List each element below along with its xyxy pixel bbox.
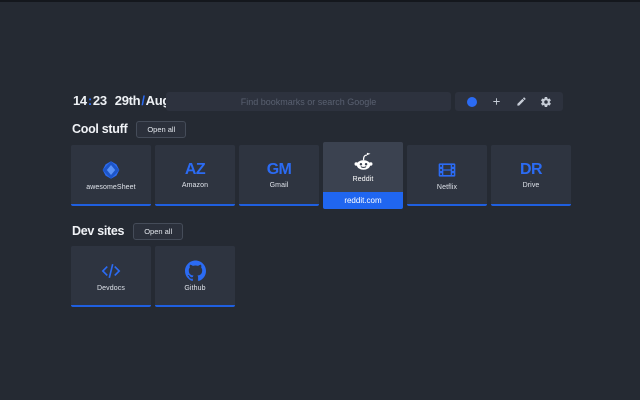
github-logo-icon [185,260,206,282]
bookmark-card-gmail[interactable]: GM Gmail [239,145,319,206]
bookmark-row-dev-sites: Devdocs Github [71,246,235,307]
bookmark-url-tooltip: reddit.com [323,192,403,209]
bookmark-row-cool-stuff: awesomeSheet AZ Amazon GM Gmail [71,145,571,209]
section-header-dev-sites: Dev sites Open all [72,222,183,240]
bookmark-card-amazon[interactable]: AZ Amazon [155,145,235,206]
bookmark-card-github[interactable]: Github [155,246,235,307]
open-all-button[interactable]: Open all [136,121,186,138]
bookmark-card-reddit[interactable]: Reddit reddit.com [323,142,403,209]
window-top-edge [0,0,640,2]
bookmark-label: awesomeSheet [86,184,135,191]
profile-dot-icon [467,97,477,107]
bookmark-card-netflix[interactable]: Netflix [407,145,487,206]
header-toolbar [455,92,563,111]
section-header-cool-stuff: Cool stuff Open all [72,120,186,138]
section-title: Cool stuff [72,122,127,136]
film-frame-icon [437,159,457,181]
bookmark-card-devdocs[interactable]: Devdocs [71,246,151,307]
bookmark-label: Devdocs [97,285,125,292]
edit-button[interactable] [512,93,530,110]
bookmark-monogram: DR [520,161,542,179]
new-tab-dashboard: 14:2329th/August Cool stuff Open all [0,0,640,400]
bookmark-label: Github [184,285,205,292]
bookmark-monogram: AZ [185,161,205,179]
bookmark-card-reddit-body: Reddit [323,142,403,192]
clock-minute: 23 [93,93,107,108]
reddit-logo-icon [352,151,375,173]
bookmark-label: Gmail [270,182,289,189]
date-day: 29th [115,93,141,108]
settings-button[interactable] [537,93,555,110]
search-input[interactable] [166,92,451,111]
bookmark-label: Netflix [437,184,457,191]
plus-icon [491,96,502,107]
code-brackets-icon [100,260,122,282]
profile-dot-button[interactable] [463,93,481,110]
gem-favicon-icon [101,159,121,181]
bookmark-monogram: GM [267,161,292,179]
bookmark-label: Reddit [353,176,374,183]
open-all-button[interactable]: Open all [133,223,183,240]
bookmark-card-awesomesheet[interactable]: awesomeSheet [71,145,151,206]
bookmark-label: Amazon [182,182,208,189]
bookmark-label: Drive [523,182,540,189]
bookmark-card-drive[interactable]: DR Drive [491,145,571,206]
clock-hour: 14 [73,93,87,108]
pencil-icon [516,96,527,107]
gear-icon [540,96,552,108]
section-title: Dev sites [72,224,124,238]
add-bookmark-button[interactable] [488,93,506,110]
